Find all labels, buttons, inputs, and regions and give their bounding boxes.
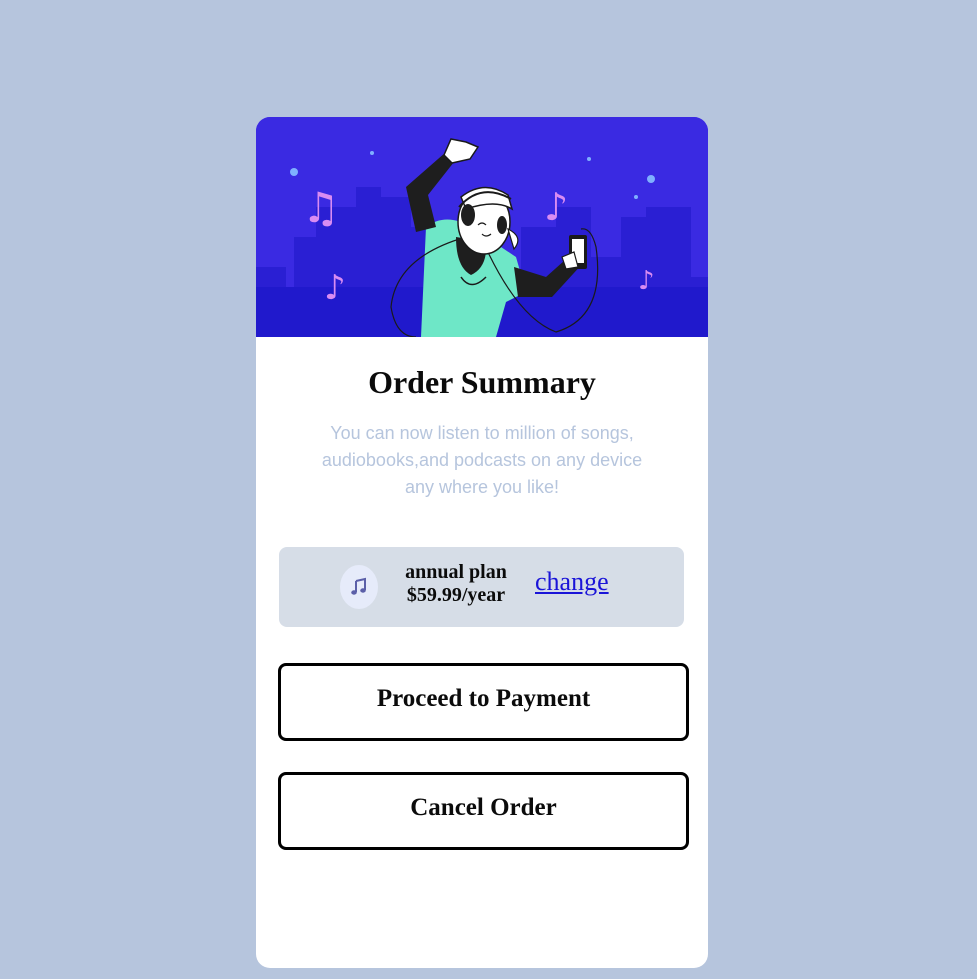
page-title: Order Summary bbox=[368, 364, 596, 400]
summary-description: You can now listen to million of songs, … bbox=[321, 423, 643, 497]
svg-text:♫: ♫ bbox=[302, 183, 340, 232]
order-summary-card: ♫ ♪ ♪ ♪ Order Summary You can now listen… bbox=[256, 117, 708, 968]
cancel-order-button[interactable]: Cancel Order bbox=[278, 772, 689, 850]
hero-illustration: ♫ ♪ ♪ ♪ bbox=[256, 117, 708, 337]
plan-summary: annual plan $59.99/year change bbox=[279, 547, 684, 627]
music-note-icon bbox=[340, 565, 378, 609]
proceed-to-payment-button[interactable]: Proceed to Payment bbox=[278, 663, 689, 741]
svg-text:♪: ♪ bbox=[324, 268, 346, 308]
plan-details: annual plan $59.99/year bbox=[401, 561, 511, 607]
svg-text:♪: ♪ bbox=[638, 266, 655, 296]
change-plan-link[interactable]: change bbox=[535, 564, 609, 600]
svg-text:♪: ♪ bbox=[544, 185, 568, 229]
plan-price: $59.99/year bbox=[406, 584, 506, 606]
plan-name: annual plan bbox=[405, 561, 507, 583]
